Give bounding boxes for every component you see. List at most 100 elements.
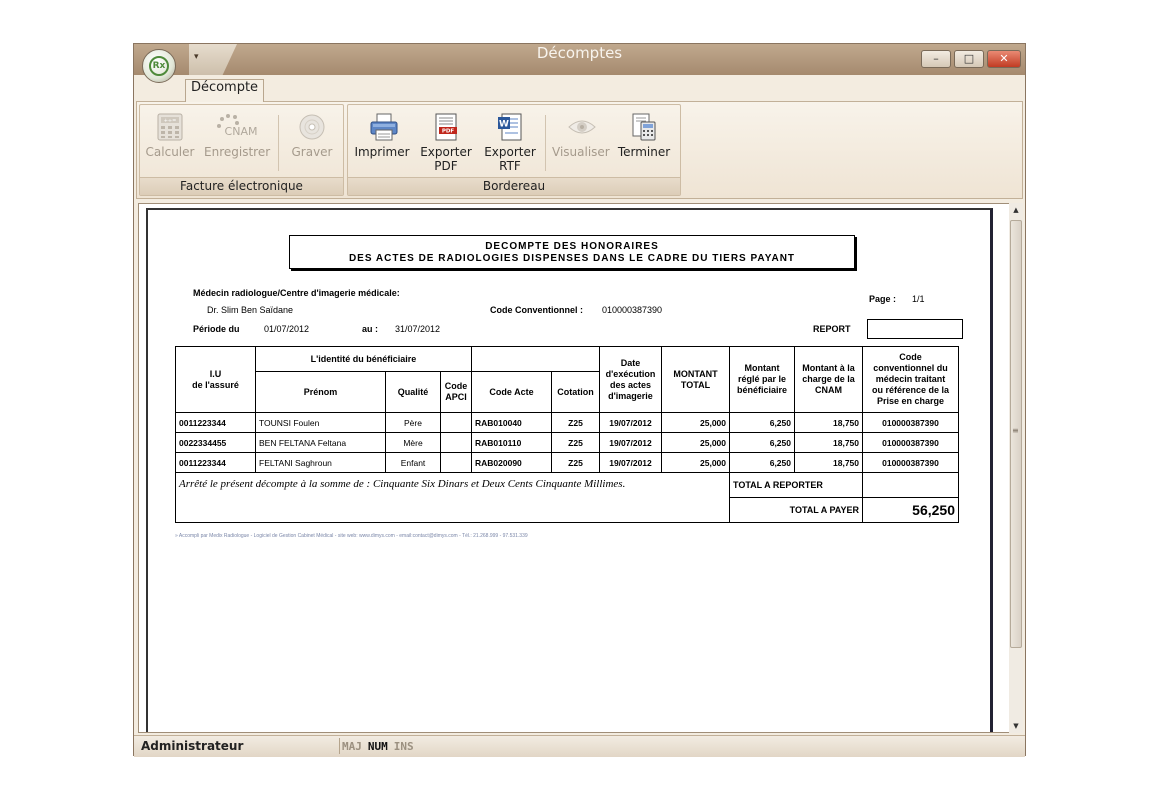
cell-date: 19/07/2012 xyxy=(599,432,662,453)
imprimer-label: Imprimer xyxy=(354,145,410,159)
ribbon-separator xyxy=(278,115,279,171)
maximize-button[interactable]: □ xyxy=(954,50,984,68)
ribbon-group-label: Facture électronique xyxy=(140,177,343,195)
cell-code-medecin: 010000387390 xyxy=(862,432,959,453)
ribbon-group-facture-electronique: +÷= Calculer CNAM Enregistrer Graver Fac… xyxy=(139,104,344,196)
au-label: au : xyxy=(362,324,379,334)
code-conventionnel-label: Code Conventionnel : xyxy=(490,305,583,315)
visualiser-button[interactable]: Visualiser xyxy=(552,113,610,159)
cell-apci xyxy=(440,412,472,433)
header-montant-regle: Montant réglé par le bénéficiaire xyxy=(729,346,795,413)
exporter-pdf-button[interactable]: PDF Exporter PDF xyxy=(418,113,474,173)
app-menu-button[interactable]: Rx xyxy=(142,49,176,83)
svg-text:+÷=: +÷= xyxy=(164,118,177,124)
ribbon-group-bordereau: Imprimer PDF Exporter PDF W Exporter RTF xyxy=(347,104,681,196)
header-code-apci: Code APCI xyxy=(440,371,472,413)
total-payer-value: 56,250 xyxy=(862,497,959,523)
exporter-rtf-button[interactable]: W Exporter RTF xyxy=(482,113,538,173)
printer-icon xyxy=(369,113,398,141)
cell-qualite: Enfant xyxy=(385,452,441,473)
header-code-medecin: Code conventionnel du médecin traitant ou r… xyxy=(862,346,959,413)
header-date: Date d'exécution des actes d'imagerie xyxy=(599,346,662,413)
scroll-down-icon[interactable]: ▼ xyxy=(1009,719,1023,733)
cell-apci xyxy=(440,432,472,453)
document-title: DECOMPTE DES HONORAIRES DES ACTES DE RAD… xyxy=(289,235,855,269)
document-viewer[interactable]: DECOMPTE DES HONORAIRES DES ACTES DE RAD… xyxy=(138,203,1011,733)
cell-cnam: 18,750 xyxy=(794,412,863,433)
close-button[interactable]: ✕ xyxy=(987,50,1021,68)
document-title-line-2: DES ACTES DE RADIOLOGIES DISPENSES DANS … xyxy=(348,253,796,264)
svg-text:PDF: PDF xyxy=(442,129,455,135)
code-conventionnel-value: 010000387390 xyxy=(602,305,663,315)
cell-cnam: 18,750 xyxy=(794,452,863,473)
total-payer-label: TOTAL A PAYER xyxy=(729,497,863,523)
cell-iu: 0011223344 xyxy=(175,412,256,433)
medecin-label: Médecin radiologue/Centre d'imagerie méd… xyxy=(193,288,400,298)
document-title-line-1: DECOMPTE DES HONORAIRES xyxy=(485,241,659,252)
disc-icon xyxy=(299,113,325,141)
cell-regle: 6,250 xyxy=(729,412,795,433)
calculer-label: Calculer xyxy=(145,145,195,159)
document-page: DECOMPTE DES HONORAIRES DES ACTES DE RAD… xyxy=(146,208,993,732)
status-keys: MAJ NUM INS xyxy=(342,740,420,753)
exporter-rtf-label-1: Exporter xyxy=(484,145,536,159)
cell-regle: 6,250 xyxy=(729,452,795,473)
status-separator xyxy=(339,738,340,754)
app-window: ▾ Décomptes – □ ✕ Rx Décompte +÷= Calcul… xyxy=(133,43,1026,757)
vertical-scrollbar[interactable]: ▲ ≡ ▼ xyxy=(1009,203,1023,733)
cell-apci xyxy=(440,452,472,473)
ribbon: +÷= Calculer CNAM Enregistrer Graver Fac… xyxy=(136,101,1023,199)
calculator-icon: +÷= xyxy=(157,113,183,141)
svg-text:CNAM: CNAM xyxy=(225,125,258,138)
graver-label: Graver xyxy=(291,145,333,159)
header-montant-total: MONTANT TOTAL xyxy=(661,346,730,413)
status-ins: INS xyxy=(393,740,414,753)
total-reporter-label: TOTAL A REPORTER xyxy=(729,472,863,498)
header-iu: I.U de l'assuré xyxy=(175,346,256,413)
cnam-icon: CNAM xyxy=(211,113,263,141)
cell-code-medecin: 010000387390 xyxy=(862,412,959,433)
ribbon-separator xyxy=(545,115,546,171)
header-qualite: Qualité xyxy=(385,371,441,413)
exporter-rtf-label-2: RTF xyxy=(499,159,521,173)
status-num: NUM xyxy=(367,740,388,753)
scroll-up-icon[interactable]: ▲ xyxy=(1009,203,1023,217)
pdf-icon: PDF xyxy=(433,113,459,141)
window-title: Décomptes xyxy=(536,44,623,62)
imprimer-button[interactable]: Imprimer xyxy=(354,113,410,159)
svg-text:W: W xyxy=(499,120,509,130)
arrete-text-cell: Arrêté le présent décompte à la somme de… xyxy=(175,472,730,523)
minimize-button[interactable]: – xyxy=(921,50,951,68)
header-identite: L'identité du bénéficiaire xyxy=(255,346,472,372)
graver-button[interactable]: Graver xyxy=(286,113,338,159)
report-label: REPORT xyxy=(813,324,851,334)
tab-decompte[interactable]: Décompte xyxy=(185,79,264,102)
cell-code-medecin: 010000387390 xyxy=(862,452,959,473)
total-reporter-value xyxy=(862,472,959,498)
enregistrer-label: Enregistrer xyxy=(204,145,271,159)
cell-date: 19/07/2012 xyxy=(599,452,662,473)
cell-montant: 25,000 xyxy=(661,432,730,453)
table-row: 0011223344 FELTANI Saghroun Enfant RAB02… xyxy=(175,452,959,473)
status-bar: Administrateur MAJ NUM INS xyxy=(134,735,1025,757)
periode-to: 31/07/2012 xyxy=(395,324,441,334)
periode-from: 01/07/2012 xyxy=(264,324,310,334)
header-code-acte: Code Acte xyxy=(471,371,552,413)
table-row: 0011223344 TOUNSI Foulen Père RAB010040 … xyxy=(175,412,959,433)
cell-cotation: Z25 xyxy=(551,432,600,453)
title-bar[interactable]: ▾ Décomptes – □ ✕ xyxy=(134,44,1025,75)
cell-code-acte: RAB010040 xyxy=(471,412,552,433)
cell-montant: 25,000 xyxy=(661,452,730,473)
cell-code-acte: RAB020090 xyxy=(471,452,552,473)
cell-qualite: Père xyxy=(385,412,441,433)
footer-note: » Accompli par Medix Radiologue - Logici… xyxy=(175,533,528,539)
table-row: 0022334455 BEN FELTANA Feltana Mère RAB0… xyxy=(175,432,959,453)
exporter-pdf-label-2: PDF xyxy=(434,159,458,173)
terminer-button[interactable]: Terminer xyxy=(614,113,674,159)
page-value: 1/1 xyxy=(912,294,925,304)
decompte-table: I.U de l'assuré L'identité du bénéficiair… xyxy=(175,346,959,523)
calculer-button[interactable]: +÷= Calculer xyxy=(144,113,196,159)
header-cotation: Cotation xyxy=(551,371,600,413)
calculator-document-icon xyxy=(631,113,657,141)
enregistrer-button[interactable]: CNAM Enregistrer xyxy=(204,113,270,159)
